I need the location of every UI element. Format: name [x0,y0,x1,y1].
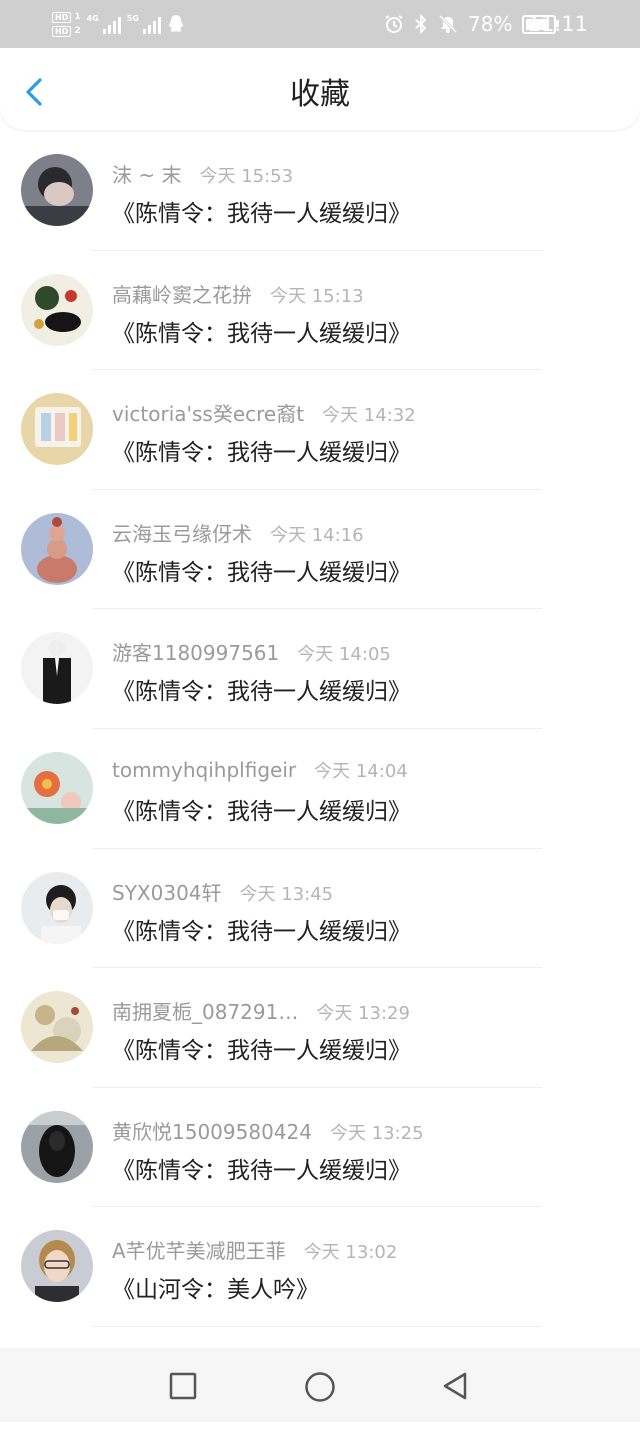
timestamp: 今天 14:05 [297,644,391,666]
avatar-image [21,512,93,585]
avatar[interactable] [21,273,93,346]
timestamp: 今天 13:25 [329,1122,424,1144]
avatar-image [21,273,93,346]
avatar[interactable] [21,512,93,585]
avatar[interactable] [21,751,93,824]
work-title: 《陈情令：我待一人缓缓归》 [112,679,411,706]
work-title: 《陈情令：我待一人缓缓归》 [112,798,411,825]
timestamp: 今天 14:32 [322,405,416,427]
username[interactable]: 高藕岭窦之花拚 [112,279,252,308]
work-title: 《陈情令：我待一人缓缓归》 [112,320,411,347]
favorite-item[interactable]: 云海玉弓缘伢术 今天 14:16 《陈情令：我待一人缓缓归》 [0,490,640,610]
item-meta: 黄欣悦15009580424 今天 13:25 [112,1116,424,1144]
work-title: 《陈情令：我待一人缓缓归》 [112,559,411,586]
timestamp: 今天 15:13 [270,285,364,307]
page-title: 收藏 [290,77,350,112]
item-meta: 云海玉弓缘伢术 今天 14:16 [112,518,364,546]
header: 收藏 [0,48,640,130]
net1-label: 4G [86,14,99,23]
qq-icon [168,15,183,32]
timestamp: 今天 13:29 [316,1003,410,1025]
username[interactable]: SYX0304轩 [112,877,222,906]
item-meta: 南拥夏栀_087291… 今天 13:29 [112,996,410,1024]
favorite-item[interactable]: 高藕岭窦之花拚 今天 15:13 《陈情令：我待一人缓缓归》 [0,251,640,371]
bluetooth-icon [415,14,427,34]
avatar[interactable] [21,871,93,944]
avatar-image [21,991,93,1064]
work-title: 《山河令：美人吟》 [112,1277,319,1304]
username[interactable]: 游客1180997561 [112,637,279,666]
hd1-num: 1 [74,11,81,22]
avatar[interactable] [21,1230,93,1303]
avatar-image [21,393,93,466]
favorite-item[interactable]: 南拥夏栀_087291… 今天 13:29 《陈情令：我待一人缓缓归》 [0,968,640,1088]
status-bar: HD 1 HD 2 4G 5G 78% 11:11 [0,0,640,48]
status-left: HD 1 HD 2 4G 5G [52,6,185,42]
item-meta: 高藕岭窦之花拚 今天 15:13 [112,279,364,307]
item-meta: 沫 ~ 末今天 15:53 [112,159,293,187]
clock: 11:11 [527,12,588,36]
favorite-item[interactable]: SYX0304轩 今天 13:45 《陈情令：我待一人缓缓归》 [0,849,640,969]
username[interactable]: 云海玉弓缘伢术 [112,518,252,547]
item-meta: SYX0304轩 今天 13:45 [112,877,333,905]
battery-percent: 78% [468,12,513,36]
username[interactable]: A芊优芊美减肥王菲 [112,1235,286,1264]
item-meta: victoria'ss癸ecre裔t 今天 14:32 [112,398,416,426]
avatar[interactable] [21,154,93,226]
avatar-image [21,154,93,226]
timestamp: 今天 14:16 [270,524,364,546]
back-nav-button[interactable] [439,1370,471,1402]
signal-icon: 5G [127,14,161,34]
mute-icon [438,14,458,34]
hd2-label: HD [52,25,72,37]
favorites-list: 沫 ~ 末今天 15:53 《陈情令：我待一人缓缓归》 高藕岭窦之花拚 今天 15:1… [0,131,640,1447]
navigation-bar [0,1348,640,1422]
avatar[interactable] [21,393,93,466]
avatar-image [21,1110,93,1183]
avatar[interactable] [21,991,93,1064]
square-icon [169,1372,197,1400]
timestamp: 今天 13:02 [303,1242,398,1264]
avatar[interactable] [21,632,93,705]
username[interactable]: tommyhqihplfigeir [112,758,296,782]
avatar-image [21,751,93,824]
hd1-label: HD [52,11,72,23]
item-meta: tommyhqihplfigeir 今天 14:04 [112,757,408,785]
avatar[interactable] [21,1110,93,1183]
hd2-num: 2 [74,25,81,36]
work-title: 《陈情令：我待一人缓缓归》 [112,918,411,945]
recents-button[interactable] [167,1370,199,1402]
username[interactable]: 沫 ~ 末 [112,159,181,188]
favorite-item[interactable]: victoria'ss癸ecre裔t 今天 14:32 《陈情令：我待一人缓缓归》 [0,370,640,490]
favorite-item[interactable]: 游客1180997561 今天 14:05 《陈情令：我待一人缓缓归》 [0,609,640,729]
favorite-item[interactable]: tommyhqihplfigeir 今天 14:04 《陈情令：我待一人缓缓归》 [0,729,640,849]
alarm-icon [385,15,403,33]
circle-icon [305,1372,335,1402]
avatar-image [21,871,93,944]
work-title: 《陈情令：我待一人缓缓归》 [112,201,411,227]
triangle-back-icon [443,1372,467,1400]
hd-indicators: HD 1 HD 2 [52,11,81,37]
favorite-item[interactable]: A芊优芊美减肥王菲 今天 13:02 《山河令：美人吟》 [0,1207,640,1327]
net2-label: 5G [126,14,139,23]
timestamp: 今天 14:04 [314,760,408,782]
item-meta: A芊优芊美减肥王菲 今天 13:02 [112,1235,397,1263]
item-meta: 游客1180997561 今天 14:05 [112,637,391,665]
work-title: 《陈情令：我待一人缓缓归》 [112,440,411,467]
home-button[interactable] [303,1370,335,1402]
username[interactable]: victoria'ss癸ecre裔t [112,398,304,427]
favorite-item[interactable]: 黄欣悦15009580424 今天 13:25 《陈情令：我待一人缓缓归》 [0,1088,640,1208]
work-title: 《陈情令：我待一人缓缓归》 [112,1157,411,1184]
username[interactable]: 南拥夏栀_087291… [112,996,298,1025]
avatar-image [21,632,93,705]
favorite-item[interactable]: 沫 ~ 末今天 15:53 《陈情令：我待一人缓缓归》 [0,131,640,251]
work-title: 《陈情令：我待一人缓缓归》 [112,1038,411,1065]
username[interactable]: 黄欣悦15009580424 [112,1116,312,1145]
timestamp: 今天 13:45 [239,883,334,905]
timestamp: 今天 15:53 [199,166,294,187]
signal-icon: 4G [87,14,121,34]
avatar-image [21,1230,93,1303]
